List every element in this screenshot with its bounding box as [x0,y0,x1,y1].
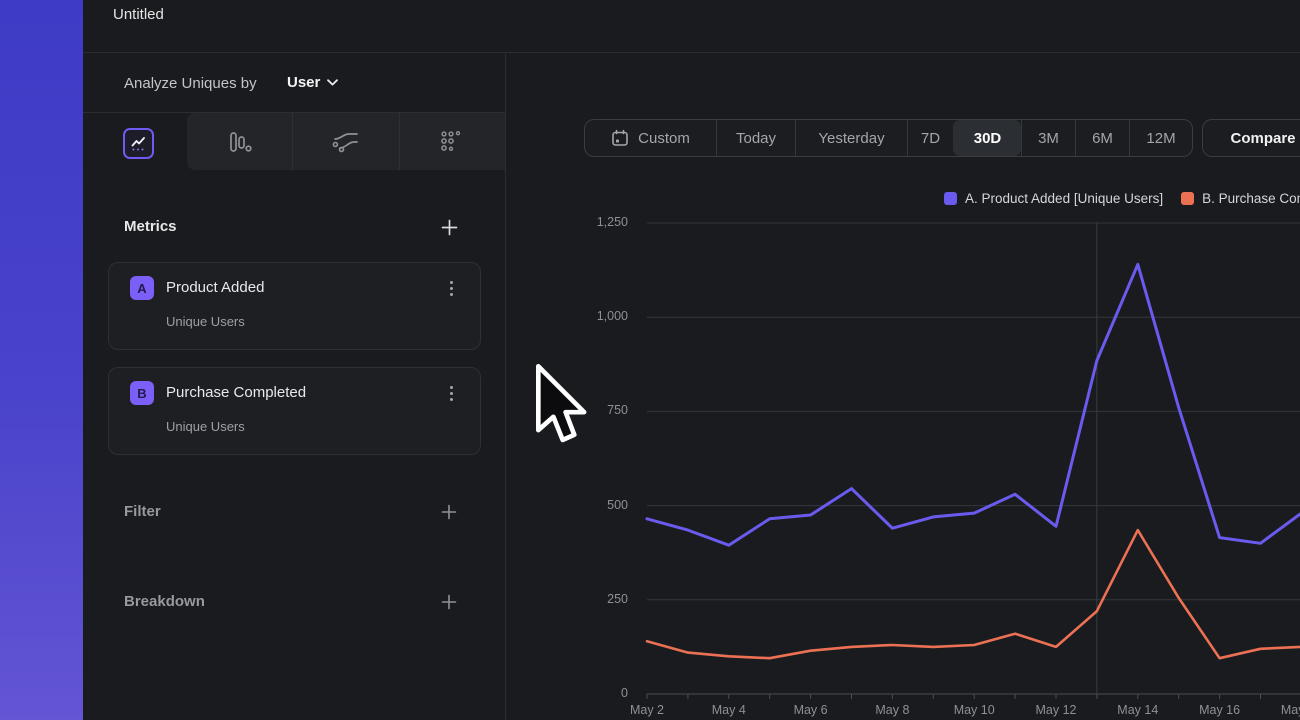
analyze-by-dropdown[interactable]: User [287,74,338,91]
x-axis-tick-label: May 2 [615,703,679,717]
dots-grid-icon [440,130,464,154]
range-label: Custom [638,130,690,147]
analyze-by-value: User [287,74,320,91]
x-axis-tick-label: May 4 [697,703,761,717]
compare-button[interactable]: Compare [1202,119,1300,157]
range-12m[interactable]: 12M [1129,120,1192,156]
metric-b-menu-button[interactable] [444,382,458,404]
range-custom[interactable]: Custom [585,120,716,156]
range-30d[interactable]: 30D [953,120,1021,156]
line-chart-icon [129,134,148,153]
metric-a-title: Product Added [166,279,264,296]
add-metric-button[interactable] [440,218,458,236]
chevron-down-icon [327,79,338,86]
metric-a-badge: A [130,276,154,300]
legend-label: B. Purchase Completed [Unique Users] [1202,191,1300,206]
x-axis-tick-label: May 12 [1024,703,1088,717]
panel-divider [505,53,506,720]
legend-label: A. Product Added [Unique Users] [965,191,1163,206]
metric-card-a[interactable]: A Product Added Unique Users [108,262,481,350]
y-axis-tick-label: 500 [553,498,628,512]
analyze-by-label: Analyze Uniques by [124,75,257,92]
range-label: 12M [1146,130,1175,147]
y-axis-tick-label: 1,000 [553,309,628,323]
range-3m[interactable]: 3M [1021,120,1075,156]
range-yesterday[interactable]: Yesterday [795,120,907,156]
legend-item[interactable]: A. Product Added [Unique Users] [944,191,1163,206]
breakdown-header: Breakdown [124,593,205,610]
legend-swatch [944,192,957,205]
x-axis-tick-label: May 16 [1188,703,1252,717]
desktop-background-strip [0,0,83,720]
flow-chart-icon [332,131,360,153]
legend-swatch [1181,192,1194,205]
metric-a-menu-button[interactable] [444,277,458,299]
calendar-icon [611,129,629,147]
chart-legend: A. Product Added [Unique Users] B. Purcha… [944,191,1300,206]
legend-item[interactable]: B. Purchase Completed [Unique Users] [1181,191,1300,206]
analytics-app-window: Untitled Analyze Uniques by User [0,0,1300,720]
range-label: 30D [974,130,1002,147]
y-axis-tick-label: 750 [553,403,628,417]
x-axis-tick-label: May 8 [860,703,924,717]
range-label: 3M [1038,130,1059,147]
tab-retention-grid[interactable] [399,113,505,170]
report-title[interactable]: Untitled [113,6,164,23]
range-7d[interactable]: 7D [907,120,953,156]
y-axis-tick-label: 250 [553,592,628,606]
tab-flow-chart[interactable] [292,113,398,170]
range-label: Today [736,130,776,147]
filter-header: Filter [124,503,161,520]
y-axis-tick-label: 1,250 [553,215,628,229]
x-axis-tick-label: May 14 [1106,703,1170,717]
y-axis-tick-label: 0 [553,686,628,700]
range-today[interactable]: Today [716,120,795,156]
date-range-picker: Custom Today Yesterday 7D 30D 3M 6M 12M [584,119,1193,157]
range-label: 6M [1092,130,1113,147]
x-axis-tick-label: May 10 [942,703,1006,717]
range-label: Yesterday [818,130,884,147]
metric-b-subtitle[interactable]: Unique Users [166,419,245,434]
metric-a-subtitle[interactable]: Unique Users [166,314,245,329]
add-filter-button[interactable] [440,503,458,521]
topbar-divider [83,52,1300,53]
tab-line-chart[interactable] [123,128,154,159]
metrics-header: Metrics [124,218,177,235]
x-axis-tick-label: May 18 [1269,703,1300,717]
chart-type-tabstrip [187,113,505,170]
line-chart[interactable] [0,0,1300,720]
range-6m[interactable]: 6M [1075,120,1129,156]
metric-b-badge: B [130,381,154,405]
add-breakdown-button[interactable] [440,593,458,611]
tab-bar-chart[interactable] [187,113,292,170]
bar-chart-icon [227,130,253,154]
metric-card-b[interactable]: B Purchase Completed Unique Users [108,367,481,455]
range-label: 7D [921,130,940,147]
metric-b-title: Purchase Completed [166,384,306,401]
x-axis-tick-label: May 6 [779,703,843,717]
